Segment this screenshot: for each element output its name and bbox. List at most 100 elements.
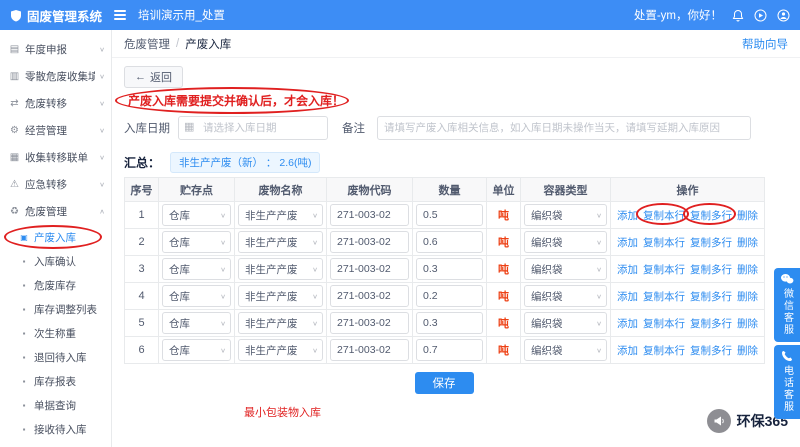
copy-multi-link[interactable]: 复制多行 bbox=[690, 235, 732, 250]
sidebar-item-emergency-transfer[interactable]: ⚠ 应急转移 ∨ bbox=[0, 171, 111, 198]
container-type-select[interactable]: 编织袋 ∨ bbox=[524, 231, 607, 253]
hamburger-menu-icon[interactable] bbox=[112, 8, 128, 22]
storage-select[interactable]: 仓库 ∨ bbox=[162, 231, 231, 253]
container-type-select[interactable]: 编织袋 ∨ bbox=[524, 312, 607, 334]
sidebar-item-hazwaste-mgmt[interactable]: ♻ 危废管理 ∧ bbox=[0, 198, 111, 225]
waste-name-select[interactable]: 非生产产废 ∨ bbox=[238, 312, 323, 334]
back-button[interactable]: ← 返回 bbox=[124, 66, 183, 88]
delete-row-link[interactable]: 删除 bbox=[737, 262, 758, 277]
sidebar-item-label: 年度申报 bbox=[25, 44, 67, 56]
alert-icon: ⚠ bbox=[10, 179, 19, 190]
quantity-input[interactable] bbox=[416, 312, 483, 334]
save-button[interactable]: 保存 bbox=[414, 372, 474, 394]
table-row: 6 仓库∨ 非生产产废∨ 271-003-02 吨 编织袋∨ 添加复制本行复制多… bbox=[124, 336, 765, 364]
add-row-link[interactable]: 添加 bbox=[617, 316, 638, 331]
quantity-input[interactable] bbox=[416, 258, 483, 280]
breadcrumb-root[interactable]: 危废管理 bbox=[124, 36, 170, 52]
sidebar-subitem-label: 危废库存 bbox=[34, 279, 76, 292]
add-row-link[interactable]: 添加 bbox=[617, 235, 638, 250]
back-button-label: 返回 bbox=[150, 72, 172, 84]
row-number: 3 bbox=[124, 255, 159, 283]
delete-row-link[interactable]: 删除 bbox=[737, 343, 758, 358]
sidebar-subitem-inventory-adjust-list[interactable]: ▪ 库存调整列表 bbox=[0, 297, 111, 321]
sidebar-subitem-label: 产废入库 bbox=[34, 231, 76, 244]
storage-select[interactable]: 仓库 ∨ bbox=[162, 204, 231, 226]
quantity-input[interactable] bbox=[416, 231, 483, 253]
copy-multi-link[interactable]: 复制多行 bbox=[690, 208, 732, 223]
phone-service-label: 电话客服 bbox=[781, 365, 793, 413]
sidebar-subitem-inbound-confirm[interactable]: ▪ 入库确认 bbox=[0, 249, 111, 273]
delete-row-link[interactable]: 删除 bbox=[737, 316, 758, 331]
sidebar-item-operation-mgmt[interactable]: ⚙ 经营管理 ∨ bbox=[0, 117, 111, 144]
col-header-container-type: 容器类型 bbox=[520, 177, 611, 202]
copy-row-link[interactable]: 复制本行 bbox=[643, 262, 685, 277]
quantity-input[interactable] bbox=[416, 204, 483, 226]
copy-row-link[interactable]: 复制本行 bbox=[643, 316, 685, 331]
container-type-select[interactable]: 编织袋 ∨ bbox=[524, 204, 607, 226]
sidebar-subitem-receive-pending-inbound[interactable]: ▪ 接收待入库 bbox=[0, 417, 111, 441]
sidebar-item-scattered-collection[interactable]: ▥ 零散危废收集填报 ∨ bbox=[0, 63, 111, 90]
inbound-form-row: 入库日期 ▦ 备注 bbox=[124, 115, 788, 141]
form-icon: ▥ bbox=[9, 71, 20, 82]
copy-multi-link[interactable]: 复制多行 bbox=[690, 289, 732, 304]
wechat-service-button[interactable]: 微信客服 bbox=[774, 268, 800, 342]
sidebar-subitem-hazwaste-inventory[interactable]: ▪ 危废库存 bbox=[0, 273, 111, 297]
sidebar-subitem-return-pending-inbound[interactable]: ▪ 退回待入库 bbox=[0, 345, 111, 369]
add-row-link[interactable]: 添加 bbox=[617, 343, 638, 358]
sidebar-subitem-secondary-weighing[interactable]: ▪ 次生称重 bbox=[0, 321, 111, 345]
row-number: 4 bbox=[124, 282, 159, 310]
chevron-down-icon: ∨ bbox=[312, 211, 318, 219]
copy-multi-link[interactable]: 复制多行 bbox=[690, 343, 732, 358]
sidebar-subitem-inventory-report[interactable]: ▪ 库存报表 bbox=[0, 369, 111, 393]
sidebar-item-annual-report[interactable]: ▤ 年度申报 ∨ bbox=[0, 36, 111, 63]
copy-multi-link[interactable]: 复制多行 bbox=[690, 262, 732, 277]
add-row-link[interactable]: 添加 bbox=[617, 289, 638, 304]
waste-name-select[interactable]: 非生产产废 ∨ bbox=[238, 231, 323, 253]
bell-icon[interactable] bbox=[732, 9, 744, 22]
copy-row-link[interactable]: 复制本行 bbox=[643, 235, 685, 250]
chevron-down-icon: ∨ bbox=[596, 211, 602, 219]
play-circle-icon[interactable] bbox=[754, 9, 767, 22]
sidebar-subitem-waste-inbound[interactable]: ▣ 产废入库 bbox=[0, 225, 111, 249]
help-guide-link[interactable]: 帮助向导 bbox=[742, 36, 788, 52]
report-icon: ▪ bbox=[22, 376, 26, 386]
add-row-link[interactable]: 添加 bbox=[617, 262, 638, 277]
date-label: 入库日期 bbox=[124, 123, 170, 135]
chevron-down-icon: ∨ bbox=[596, 346, 602, 354]
chevron-up-icon: ∧ bbox=[99, 207, 105, 216]
storage-select[interactable]: 仓库 ∨ bbox=[162, 339, 231, 361]
quantity-input[interactable] bbox=[416, 339, 483, 361]
sidebar-subitem-label: 库存报表 bbox=[34, 375, 76, 388]
container-type-select[interactable]: 编织袋 ∨ bbox=[524, 285, 607, 307]
quantity-input[interactable] bbox=[416, 285, 483, 307]
container-type-select[interactable]: 编织袋 ∨ bbox=[524, 258, 607, 280]
inbound-date-input[interactable] bbox=[178, 116, 328, 140]
phone-service-button[interactable]: 电话客服 bbox=[774, 345, 800, 419]
inventory-icon: ▪ bbox=[22, 280, 26, 290]
add-row-link[interactable]: 添加 bbox=[617, 208, 638, 223]
delete-row-link[interactable]: 删除 bbox=[737, 289, 758, 304]
waste-code-field: 271-003-02 bbox=[330, 339, 409, 361]
delete-row-link[interactable]: 删除 bbox=[737, 235, 758, 250]
storage-select[interactable]: 仓库 ∨ bbox=[162, 258, 231, 280]
confirm-icon: ▪ bbox=[22, 256, 26, 266]
sidebar-subitem-label: 接收待入库 bbox=[34, 423, 87, 436]
container-type-select[interactable]: 编织袋 ∨ bbox=[524, 339, 607, 361]
waste-name-select[interactable]: 非生产产废 ∨ bbox=[238, 339, 323, 361]
remark-input[interactable] bbox=[377, 116, 751, 140]
copy-row-link[interactable]: 复制本行 bbox=[643, 289, 685, 304]
waste-name-select[interactable]: 非生产产废 ∨ bbox=[238, 258, 323, 280]
sidebar-item-hazwaste-transfer[interactable]: ⇄ 危废转移 ∨ bbox=[0, 90, 111, 117]
delete-row-link[interactable]: 删除 bbox=[737, 208, 758, 223]
waste-name-select[interactable]: 非生产产废 ∨ bbox=[238, 285, 323, 307]
storage-select[interactable]: 仓库 ∨ bbox=[162, 285, 231, 307]
copy-row-link[interactable]: 复制本行 bbox=[643, 343, 685, 358]
copy-row-link[interactable]: 复制本行 bbox=[643, 208, 685, 223]
account-circle-icon[interactable] bbox=[777, 9, 790, 22]
chevron-down-icon: ∨ bbox=[99, 45, 105, 54]
waste-name-select[interactable]: 非生产产废 ∨ bbox=[238, 204, 323, 226]
storage-select[interactable]: 仓库 ∨ bbox=[162, 312, 231, 334]
sidebar-item-transfer-manifest[interactable]: ▦ 收集转移联单 ∨ bbox=[0, 144, 111, 171]
copy-multi-link[interactable]: 复制多行 bbox=[690, 316, 732, 331]
sidebar-subitem-document-query[interactable]: ▪ 单据查询 bbox=[0, 393, 111, 417]
